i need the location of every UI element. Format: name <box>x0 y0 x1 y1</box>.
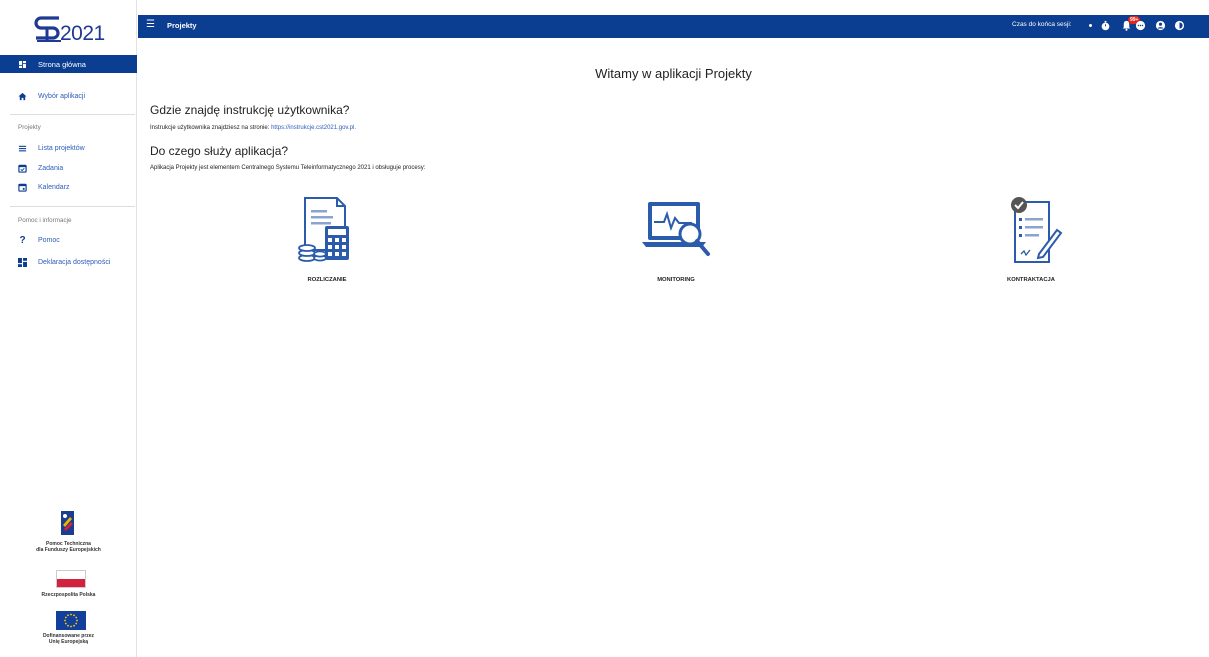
sidebar-item-label: Strona główna <box>38 59 86 69</box>
cst2021-logo[interactable]: 2021 <box>33 14 113 45</box>
monitoring-icon <box>642 202 710 256</box>
cst-logo-mark-icon <box>34 16 61 42</box>
sidebar-item-accessibility[interactable]: Deklaracja dostępności <box>0 255 137 269</box>
home-icon <box>18 92 27 100</box>
process-label: MONITORING <box>657 277 695 283</box>
sidebar-item-home[interactable]: Strona główna <box>0 55 137 73</box>
poland-flag <box>56 570 86 588</box>
user-guide-text: Instrukcje użytkownika znajdziesz na str… <box>150 125 356 131</box>
dashboard-icon <box>19 60 26 68</box>
pl-caption: Rzeczpospolita Polska <box>41 592 96 598</box>
process-label: KONTRAKTACJA <box>1007 277 1055 283</box>
eu-stars-icon <box>64 613 78 628</box>
eu-caption: Dofinansowane przez Unię Europejską <box>0 633 137 645</box>
stopwatch-icon[interactable] <box>1100 20 1111 31</box>
fe-caption-line2: dla Funduszy Europejskich <box>36 547 101 553</box>
accessibility-icon <box>18 257 27 267</box>
eu-flag <box>56 611 86 630</box>
section-label-projects: Projekty <box>18 124 41 131</box>
process-settlement[interactable]: ROZLICZANIE <box>257 196 397 283</box>
app-purpose-text: Aplikacja Projekty jest elementem Centra… <box>150 165 426 171</box>
calendar-icon <box>18 183 27 192</box>
user-guide-link[interactable]: https://instrukcje.cst2021.gov.pl. <box>271 125 356 131</box>
fe-caption: Pomoc Techniczna dla Funduszy Europejski… <box>0 541 137 553</box>
process-label: ROZLICZANIE <box>307 277 347 283</box>
sidebar-item-app-choice[interactable]: Wybór aplikacji <box>0 89 137 103</box>
sidebar-divider <box>10 206 135 207</box>
sidebar-item-project-list[interactable]: Lista projektów <box>0 141 137 155</box>
eu-caption-line2: Unię Europejską <box>48 639 89 645</box>
sidebar-item-label: Kalendarz <box>38 183 70 191</box>
sidebar-item-tasks[interactable]: Zadania <box>0 161 137 175</box>
session-timer-label: Czas do końca sesji: <box>1012 21 1072 28</box>
heading-app-purpose: Do czego służy aplikacja? <box>150 144 289 158</box>
european-funds-logo-icon <box>61 511 74 535</box>
sidebar-item-label: Deklaracja dostępności <box>38 258 111 266</box>
page-title: Witamy w aplikacji Projekty <box>595 66 752 81</box>
contrast-toggle-icon[interactable] <box>1174 20 1185 31</box>
list-icon <box>18 145 27 151</box>
chat-icon[interactable] <box>1135 20 1146 31</box>
process-contracting[interactable]: KONTRAKTACJA <box>961 196 1101 283</box>
help-icon: ? <box>19 234 26 246</box>
section-label-help: Pomoc i informacje <box>18 217 72 224</box>
sidebar-item-label: Wybór aplikacji <box>38 92 86 100</box>
process-monitoring[interactable]: MONITORING <box>606 196 746 283</box>
heading-user-guide: Gdzie znajdę instrukcję użytkownika? <box>150 103 350 117</box>
sidebar-item-help[interactable]: ? Pomoc <box>0 233 137 247</box>
tasks-icon <box>18 164 27 173</box>
sidebar-item-label: Pomoc <box>38 236 60 244</box>
sidebar-item-label: Lista projektów <box>38 144 85 152</box>
app-title: Projekty <box>167 21 197 30</box>
sidebar-item-label: Zadania <box>38 164 64 172</box>
session-timer-value <box>1089 24 1092 27</box>
sidebar: 2021 Strona główna Wybór aplikacji Proje… <box>0 0 137 657</box>
menu-toggle-icon[interactable]: ☰ <box>146 19 158 31</box>
user-account-icon[interactable] <box>1155 20 1166 31</box>
logo-year: 2021 <box>60 22 105 45</box>
user-guide-label: Instrukcje użytkownika znajdziesz na str… <box>150 125 270 131</box>
settlement-icon <box>298 197 349 262</box>
contracting-icon <box>1011 197 1063 263</box>
sidebar-item-calendar[interactable]: Kalendarz <box>0 180 137 194</box>
sidebar-divider <box>10 114 135 115</box>
topbar: ☰ Projekty Czas do końca sesji: 99+ <box>138 15 1209 38</box>
